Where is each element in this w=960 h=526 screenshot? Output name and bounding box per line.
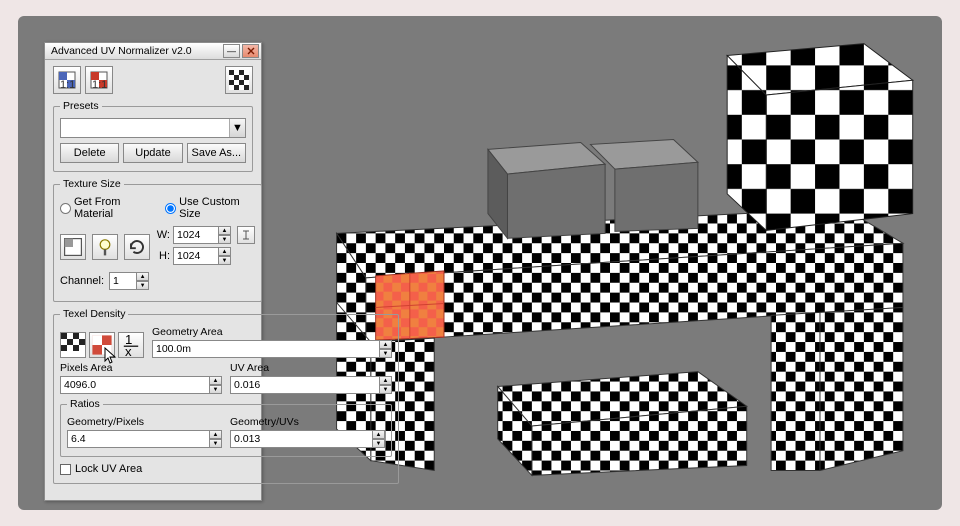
preset-delete-button[interactable]: Delete (60, 143, 119, 163)
set-density-icon[interactable] (89, 332, 115, 358)
ratio-formula-icon[interactable]: 1x (118, 332, 144, 358)
mode-1to1-red-icon[interactable]: 1:1 (85, 66, 113, 94)
channel-input[interactable] (109, 272, 137, 290)
presets-group: Presets ▼ Delete Update Save As... (53, 100, 253, 172)
panel-title: Advanced UV Normalizer v2.0 (51, 45, 221, 57)
minimize-button[interactable]: — (223, 44, 240, 58)
pixels-area-label: Pixels Area (60, 362, 222, 374)
checker-preview-icon[interactable] (225, 66, 253, 94)
panel-titlebar[interactable]: Advanced UV Normalizer v2.0 — (45, 43, 261, 60)
eyedropper-icon[interactable] (92, 234, 118, 260)
geom-pixels-label: Geometry/Pixels (67, 416, 222, 428)
link-wh-icon[interactable] (237, 226, 255, 244)
channel-spinner[interactable]: ▲▼ (109, 272, 149, 290)
width-spinner[interactable]: ▲▼ (173, 226, 231, 244)
close-button[interactable] (242, 44, 259, 58)
chevron-down-icon: ▼ (229, 119, 245, 137)
ratios-legend: Ratios (67, 398, 103, 410)
geometry-area-label: Geometry Area (152, 326, 392, 338)
presets-legend: Presets (60, 100, 102, 112)
texture-size-group: Texture Size Get From Material Use Custo… (53, 178, 262, 302)
radio-custom-size[interactable]: Use Custom Size (165, 196, 255, 220)
texel-density-legend: Texel Density (60, 308, 128, 320)
uv-area-spinner[interactable]: ▲▼ (230, 376, 392, 394)
uv-area-label: UV Area (230, 362, 392, 374)
texture-size-legend: Texture Size (60, 178, 124, 190)
geom-uvs-input[interactable] (230, 430, 373, 448)
uv-area-input[interactable] (230, 376, 380, 394)
svg-text:x: x (125, 344, 132, 357)
material-picker-icon[interactable] (60, 234, 86, 260)
height-spinner[interactable]: ▲▼ (173, 247, 231, 265)
viewport-background: Advanced UV Normalizer v2.0 — 1:1 1:1 (18, 16, 942, 510)
channel-label: Channel: (60, 275, 104, 287)
svg-text:1:1: 1:1 (60, 79, 75, 90)
get-density-icon[interactable] (60, 332, 86, 358)
svg-text:1:1: 1:1 (92, 79, 107, 90)
geometry-area-input[interactable] (152, 340, 380, 358)
mode-icon-row: 1:1 1:1 (53, 66, 253, 94)
ratios-group: Ratios Geometry/Pixels ▲▼ Geometry/UVs (60, 398, 392, 457)
refresh-icon[interactable] (124, 234, 150, 260)
pixels-area-spinner[interactable]: ▲▼ (60, 376, 222, 394)
geometry-area-spinner[interactable]: ▲▼ (152, 340, 392, 358)
close-icon (247, 47, 255, 55)
uv-normalizer-panel: Advanced UV Normalizer v2.0 — 1:1 1:1 (44, 42, 262, 501)
geom-pixels-input[interactable] (67, 430, 210, 448)
texel-density-group: Texel Density 1x (53, 308, 399, 484)
preset-saveas-button[interactable]: Save As... (187, 143, 246, 163)
lock-uv-checkbox[interactable]: Lock UV Area (60, 463, 392, 475)
width-label: W: (156, 229, 170, 241)
height-label: H: (156, 250, 170, 262)
width-input[interactable] (173, 226, 219, 244)
mode-1to1-blue-icon[interactable]: 1:1 (53, 66, 81, 94)
pixels-area-input[interactable] (60, 376, 210, 394)
geom-uvs-label: Geometry/UVs (230, 416, 385, 428)
presets-dropdown[interactable]: ▼ (60, 118, 246, 138)
preset-update-button[interactable]: Update (123, 143, 182, 163)
geom-pixels-spinner[interactable]: ▲▼ (67, 430, 222, 448)
geom-uvs-spinner[interactable]: ▲▼ (230, 430, 385, 448)
height-input[interactable] (173, 247, 219, 265)
radio-from-material[interactable]: Get From Material (60, 196, 153, 220)
